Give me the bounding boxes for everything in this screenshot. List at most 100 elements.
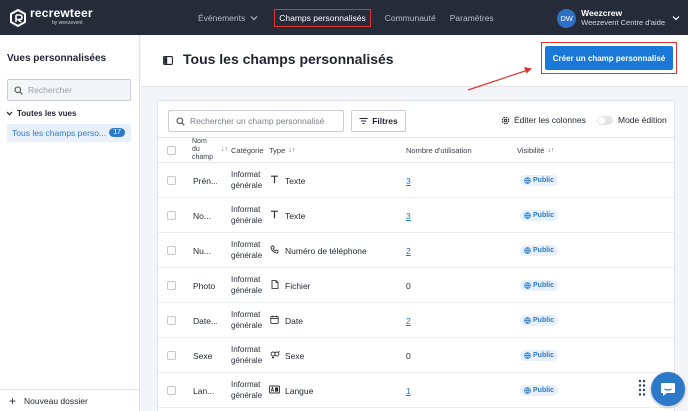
field-type: Texte xyxy=(269,163,305,198)
globe-icon xyxy=(524,387,533,394)
table-row[interactable]: Lan... Informat générale Langue 1 Public xyxy=(158,373,674,408)
drag-handle-icon[interactable] xyxy=(638,379,646,397)
field-visibility: Public xyxy=(520,233,559,268)
row-checkbox[interactable] xyxy=(167,338,176,373)
row-checkbox[interactable] xyxy=(167,373,176,408)
new-folder-button[interactable]: + Nouveau dossier xyxy=(0,389,139,411)
nav-item-parametres[interactable]: Paramètres xyxy=(450,13,494,23)
field-name[interactable]: Lan... xyxy=(193,373,217,408)
user-menu[interactable]: DW Weezcrew Weezevent Centre d'aide xyxy=(557,8,680,28)
globe-icon xyxy=(524,212,533,219)
field-name[interactable]: Prén... xyxy=(193,163,217,198)
row-checkbox[interactable] xyxy=(167,233,176,268)
column-header-name[interactable]: Nom du champ xyxy=(192,138,213,162)
field-visibility: Public xyxy=(520,338,559,373)
user-org: Weezevent Centre d'aide xyxy=(581,18,665,27)
field-category: Informat générale xyxy=(231,170,263,190)
visibility-badge: Public xyxy=(520,385,559,396)
nav-item-communaute[interactable]: Communauté xyxy=(385,13,436,23)
visibility-badge: Public xyxy=(520,175,559,186)
field-type: Texte xyxy=(269,198,305,233)
field-category: Informat générale xyxy=(231,345,263,365)
field-type: Date xyxy=(269,303,303,338)
field-type: Numéro de téléphone xyxy=(269,233,367,268)
field-category: Informat générale xyxy=(231,380,263,400)
field-name[interactable]: Photo xyxy=(193,268,217,303)
field-visibility: Public xyxy=(520,303,559,338)
table-row[interactable]: Sexe Informat générale Sexe 0 Public xyxy=(158,338,674,373)
table-row[interactable]: Photo Informat générale Fichier 0 Public xyxy=(158,268,674,303)
filter-icon xyxy=(359,117,368,125)
sort-icon[interactable]: ↓↑ xyxy=(218,146,228,153)
row-checkbox[interactable] xyxy=(167,163,176,198)
column-header-visibility[interactable]: Visibilité ↓↑ xyxy=(517,146,554,155)
edit-mode-toggle[interactable]: Mode édition xyxy=(597,115,667,125)
nav-item-label: Champs personnalisés xyxy=(279,12,366,23)
sidebar-item-all-fields[interactable]: Tous les champs perso... 17 xyxy=(7,124,131,142)
sidebar-toggle-icon[interactable] xyxy=(163,56,173,65)
sidebar-group-toggle[interactable]: Toutes les vues xyxy=(6,109,76,118)
table-header: Nom du champ ↓↑ Catégorie Type ↓↑ Nombre … xyxy=(158,137,674,163)
column-header-usage[interactable]: Nombre d'utilisation xyxy=(406,146,472,155)
fields-table-panel: Filtres Éditer les colonnes Mode édition… xyxy=(157,100,675,411)
usage-count-link[interactable]: 1 xyxy=(406,386,411,396)
globe-icon xyxy=(524,317,533,324)
edit-columns-button[interactable]: Éditer les colonnes xyxy=(501,115,586,125)
column-header-category[interactable]: Catégorie xyxy=(231,146,264,155)
nav-item-label: Communauté xyxy=(384,12,436,23)
brand-logo[interactable]: recrewteer by weezevent xyxy=(10,7,93,28)
table-row[interactable]: Nu... Informat générale Numéro de télépho… xyxy=(158,233,674,268)
select-all-checkbox[interactable] xyxy=(167,146,176,155)
nav-item-champs-personnalises[interactable]: Champs personnalisés xyxy=(274,8,371,27)
globe-icon xyxy=(524,247,533,254)
edit-mode-label: Mode édition xyxy=(618,115,667,125)
field-visibility: Public xyxy=(520,163,559,198)
sidebar-search-input[interactable] xyxy=(28,85,128,95)
edit-columns-label: Éditer les colonnes xyxy=(514,115,586,125)
row-checkbox[interactable] xyxy=(167,303,176,338)
field-category: Informat générale xyxy=(231,240,263,260)
user-name: Weezcrew xyxy=(581,8,623,18)
usage-count-link[interactable]: 2 xyxy=(406,246,411,256)
field-name[interactable]: Date... xyxy=(193,303,217,338)
toggle-switch[interactable] xyxy=(597,115,613,125)
search-icon xyxy=(176,116,185,126)
create-field-highlight: Créer un champ personnalisé xyxy=(541,42,677,74)
field-usage: 0 xyxy=(406,268,411,303)
field-name[interactable]: Sexe xyxy=(193,338,217,373)
file-icon xyxy=(269,280,280,291)
field-category: Informat générale xyxy=(231,205,263,225)
row-checkbox[interactable] xyxy=(167,268,176,303)
field-search-input[interactable] xyxy=(190,116,340,126)
field-visibility: Public xyxy=(520,268,559,303)
table-row[interactable]: Prén... Informat générale Texte 3 Public xyxy=(158,163,674,198)
table-row[interactable]: No... Informat générale Texte 3 Public xyxy=(158,198,674,233)
field-usage: 3 xyxy=(406,163,411,198)
chat-bubble-icon xyxy=(661,382,675,396)
gender-icon xyxy=(269,350,280,361)
calendar-icon xyxy=(269,315,280,326)
new-folder-label: Nouveau dossier xyxy=(24,395,88,406)
field-type: Sexe xyxy=(269,338,304,373)
usage-count-link[interactable]: 3 xyxy=(406,211,411,221)
create-field-button[interactable]: Créer un champ personnalisé xyxy=(545,46,673,70)
nav-item-evenements[interactable]: Événements xyxy=(198,13,258,23)
page-header: Tous les champs personnalisés Créer un c… xyxy=(141,35,688,87)
plus-icon: + xyxy=(9,393,17,408)
table-row[interactable]: Date... Informat générale Date 2 Public xyxy=(158,303,674,338)
filters-button[interactable]: Filtres xyxy=(351,110,406,132)
top-navigation-bar: recrewteer by weezevent Événements Champ… xyxy=(0,0,688,35)
field-type: Langue xyxy=(269,373,313,408)
column-header-type[interactable]: Type ↓↑ xyxy=(269,146,295,155)
chat-support-button[interactable] xyxy=(651,372,685,406)
field-name[interactable]: No... xyxy=(193,198,217,233)
usage-count-link[interactable]: 2 xyxy=(406,316,411,326)
chevron-down-icon xyxy=(250,15,258,20)
field-usage: 2 xyxy=(406,233,411,268)
usage-count: 0 xyxy=(406,350,411,361)
field-name[interactable]: Nu... xyxy=(193,233,217,268)
field-category: Informat générale xyxy=(231,275,263,295)
row-checkbox[interactable] xyxy=(167,198,176,233)
usage-count-link[interactable]: 3 xyxy=(406,176,411,186)
usage-count: 0 xyxy=(406,280,411,291)
